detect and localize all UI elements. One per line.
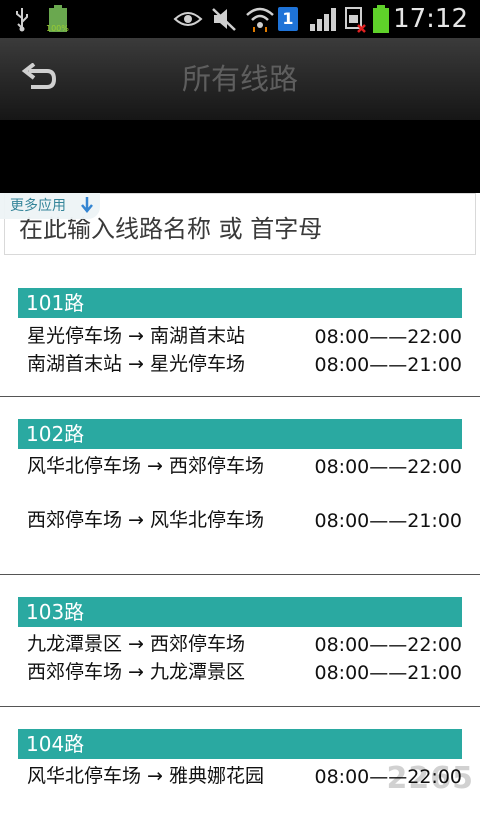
route-name: 104路	[18, 729, 462, 759]
sim-icon	[342, 0, 368, 38]
more-apps-button[interactable]: 更多应用	[0, 193, 100, 219]
notification-icon: 1	[276, 0, 300, 38]
usb-icon	[8, 0, 36, 38]
title-bar: 所有线路	[0, 38, 480, 121]
back-button[interactable]	[14, 56, 64, 100]
trip-row: 西郊停车场 → 九龙潭景区 08:00——21:00	[27, 659, 462, 687]
mute-icon	[208, 0, 240, 38]
trip-time: 08:00——21:00	[314, 354, 462, 376]
trip-time: 08:00——22:00	[314, 326, 462, 348]
wifi-icon	[244, 0, 276, 38]
trip-row: 风华北停车场 → 西郊停车场 08:00——22:00	[27, 453, 462, 507]
route-name: 103路	[18, 597, 462, 627]
more-apps-label: 更多应用	[10, 198, 66, 214]
battery-icon	[370, 0, 392, 38]
trip-direction: 西郊停车场 → 九龙潭景区	[27, 661, 245, 683]
trip-row: 南湖首末站 → 星光停车场 08:00——21:00	[27, 351, 462, 379]
page-title: 所有线路	[181, 62, 298, 96]
route-item[interactable]: 102路 风华北停车场 → 西郊停车场 08:00——22:00 西郊停车场 →…	[0, 397, 480, 575]
route-name: 102路	[18, 419, 462, 449]
clock: 17:12	[393, 4, 468, 34]
download-arrow-icon	[80, 196, 94, 223]
trip-direction: 风华北停车场 → 西郊停车场	[27, 455, 264, 477]
trip-direction: 风华北停车场 → 雅典娜花园	[27, 765, 264, 787]
route-item[interactable]: 103路 九龙潭景区 → 西郊停车场 08:00——22:00 西郊停车场 → …	[0, 575, 480, 707]
trip-time: 08:00——21:00	[314, 510, 462, 532]
signal-icon	[308, 0, 342, 38]
notification-badge: 1	[278, 7, 298, 31]
trip-time: 08:00——22:00	[314, 634, 462, 656]
trip-direction: 星光停车场 → 南湖首末站	[27, 325, 245, 347]
route-item[interactable]: 101路 星光停车场 → 南湖首末站 08:00——22:00 南湖首末站 → …	[0, 260, 480, 397]
trip-row: 星光停车场 → 南湖首末站 08:00——22:00	[27, 323, 462, 351]
back-arrow-icon	[21, 63, 57, 89]
trip-direction: 西郊停车场 → 风华北停车场	[27, 509, 264, 531]
trip-time: 08:00——21:00	[314, 662, 462, 684]
trip-row: 九龙潭景区 → 西郊停车场 08:00——22:00	[27, 631, 462, 659]
battery-percent: 100%	[46, 24, 69, 33]
route-name: 101路	[18, 288, 462, 318]
trip-row: 西郊停车场 → 风华北停车场 08:00——21:00	[27, 507, 462, 561]
trip-direction: 九龙潭景区 → 西郊停车场	[27, 633, 245, 655]
trip-time: 08:00——22:00	[314, 456, 462, 478]
route-list: 101路 星光停车场 → 南湖首末站 08:00——22:00 南湖首末站 → …	[0, 260, 480, 827]
eye-icon	[172, 0, 204, 38]
watermark-logo: 2265	[386, 761, 474, 796]
trip-direction: 南湖首末站 → 星光停车场	[27, 353, 245, 375]
status-bar: 100% 1 17:12	[0, 0, 480, 38]
ad-banner-area	[0, 120, 480, 193]
